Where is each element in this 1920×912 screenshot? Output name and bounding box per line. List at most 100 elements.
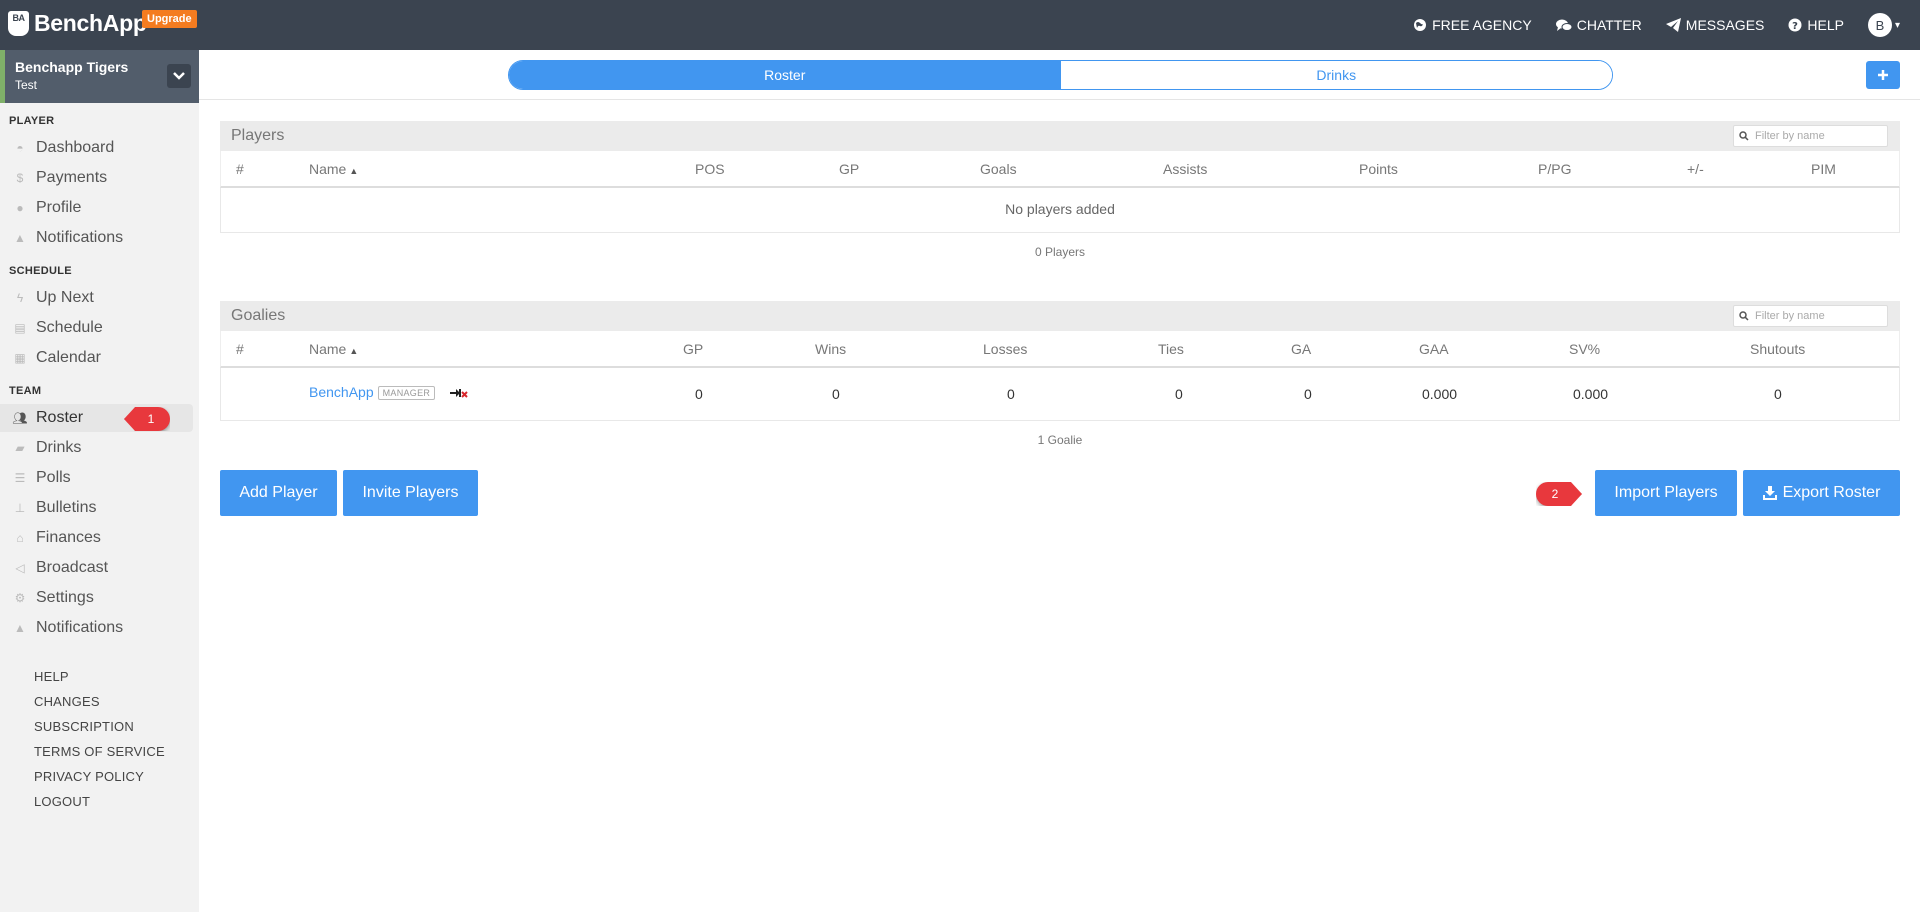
sort-up-icon: ▲ <box>349 166 359 176</box>
team-name: Benchapp Tigers <box>15 59 129 75</box>
avatar: B <box>1867 13 1892 37</box>
plus-icon <box>1878 70 1888 80</box>
col-ppg[interactable]: P/PG <box>1538 161 1571 177</box>
bell-icon: ▲ <box>14 621 26 635</box>
sidebar-item-label: Dashboard <box>36 139 115 156</box>
col-assists[interactable]: Assists <box>1163 161 1207 177</box>
sidebar-item-label: Polls <box>36 469 71 486</box>
empty-message: No players added <box>1005 201 1115 217</box>
col-sv-pct[interactable]: SV% <box>1569 341 1600 357</box>
help-link[interactable]: ? HELP <box>1788 17 1844 33</box>
col-pim[interactable]: PIM <box>1811 161 1836 177</box>
goalie-ga: 0 <box>1304 386 1312 402</box>
col-name-label: Name <box>309 341 347 357</box>
sidebar-item-label: Drinks <box>36 439 82 456</box>
sort-up-icon: ▲ <box>349 346 359 356</box>
footer-link-subscription[interactable]: SUBSCRIPTION <box>34 719 134 734</box>
sidebar-item-label: Bulletins <box>36 499 97 516</box>
user-circle-icon: ● <box>16 201 24 215</box>
sidebar-item-label: Schedule <box>36 319 103 336</box>
tab-roster[interactable]: Roster <box>509 61 1061 89</box>
sidebar-item-up-next[interactable]: ϟ Up Next <box>0 284 193 312</box>
footer-link-changes[interactable]: CHANGES <box>34 694 100 709</box>
step-marker-number: 2 <box>1551 487 1559 501</box>
add-button[interactable] <box>1866 61 1900 89</box>
messages-link[interactable]: MESSAGES <box>1665 17 1764 33</box>
sidebar-item-label: Profile <box>36 199 82 216</box>
invite-players-button[interactable]: Invite Players <box>343 470 478 516</box>
dashboard-icon: ◓ <box>16 141 24 155</box>
col-shutouts[interactable]: Shutouts <box>1750 341 1805 357</box>
sidebar-item-schedule[interactable]: ▤ Schedule <box>0 314 193 342</box>
table-row: BenchApp MANAGER 0 0 0 0 0 0.000 0.000 0 <box>220 368 1900 421</box>
divider <box>199 99 1920 100</box>
team-selector[interactable]: Benchapp Tigers Test <box>0 50 199 103</box>
upgrade-badge[interactable]: Upgrade <box>142 10 197 28</box>
export-roster-button[interactable]: Export Roster <box>1743 470 1900 516</box>
logo-mark: BA <box>8 11 29 36</box>
sidebar-item-broadcast[interactable]: ◁ Broadcast <box>0 554 193 582</box>
players-count: 0 Players <box>1034 245 1086 259</box>
goalies-filter-input[interactable]: Filter by name <box>1733 305 1888 327</box>
chatter-link[interactable]: CHATTER <box>1555 17 1642 33</box>
sidebar-item-calendar[interactable]: ▦ Calendar <box>0 344 193 372</box>
sidebar-item-profile[interactable]: ● Profile <box>0 194 193 222</box>
footer-link-privacy[interactable]: PRIVACY POLICY <box>34 769 144 784</box>
sidebar-item-payments[interactable]: $ Payments <box>0 164 193 192</box>
col-ga[interactable]: GA <box>1291 341 1311 357</box>
chat-bubbles-icon <box>1555 19 1572 31</box>
col-pos[interactable]: POS <box>695 161 725 177</box>
players-empty-row: No players added <box>220 188 1900 233</box>
sidebar-item-drinks[interactable]: ▰ Drinks <box>0 434 193 462</box>
list-icon: ▤ <box>14 321 26 335</box>
col-goals[interactable]: Goals <box>980 161 1017 177</box>
sidebar-item-polls[interactable]: ☰ Polls <box>0 464 193 492</box>
sidebar-item-dashboard[interactable]: ◓ Dashboard <box>0 134 193 162</box>
calendar-icon: ▦ <box>14 351 26 365</box>
col-gaa[interactable]: GAA <box>1419 341 1449 357</box>
top-nav: FREE AGENCY CHATTER MESSAGES ? HELP B ▾ <box>1389 0 1900 50</box>
sidebar-item-bulletins[interactable]: ⊥ Bulletins <box>0 494 193 522</box>
players-filter-input[interactable]: Filter by name <box>1733 125 1888 147</box>
footer-link-help[interactable]: HELP <box>34 669 69 684</box>
sidebar-item-label: Notifications <box>36 229 124 246</box>
col-ties[interactable]: Ties <box>1158 341 1184 357</box>
goalies-header: Goalies Filter by name <box>220 301 1900 331</box>
col-gp[interactable]: GP <box>839 161 859 177</box>
free-agency-label: FREE AGENCY <box>1432 17 1532 33</box>
sidebar-item-label: Calendar <box>36 349 101 366</box>
goalie-name-link[interactable]: BenchApp <box>309 384 374 400</box>
col-wins[interactable]: Wins <box>815 341 846 357</box>
sidebar-item-team-notifications[interactable]: ▲ Notifications <box>0 614 193 642</box>
benchapp-logo[interactable]: BA BenchApp <box>8 10 147 37</box>
free-agency-link[interactable]: FREE AGENCY <box>1413 17 1532 33</box>
section-team: TEAM <box>9 385 42 397</box>
sidebar-item-label: Finances <box>36 529 101 546</box>
sidebar-item-settings[interactable]: ⚙ Settings <box>0 584 193 612</box>
lightning-icon: ϟ <box>16 291 24 305</box>
sidebar-item-label: Up Next <box>36 289 94 306</box>
svg-text:?: ? <box>1792 21 1798 32</box>
footer-link-terms[interactable]: TERMS OF SERVICE <box>34 744 165 759</box>
sidebar-item-notifications[interactable]: ▲ Notifications <box>0 224 193 252</box>
col-gp[interactable]: GP <box>683 341 703 357</box>
chevron-down-icon <box>173 72 185 80</box>
col-losses[interactable]: Losses <box>983 341 1027 357</box>
filter-placeholder: Filter by name <box>1755 130 1825 142</box>
globe-icon <box>1414 19 1427 31</box>
col-plus-minus[interactable]: +/- <box>1687 161 1704 177</box>
sidebar-item-finances[interactable]: ⌂ Finances <box>0 524 193 552</box>
import-players-button[interactable]: Import Players <box>1595 470 1737 516</box>
tab-drinks[interactable]: Drinks <box>1060 61 1612 89</box>
col-name[interactable]: Name ▲ <box>309 161 358 177</box>
goalie-ties: 0 <box>1175 386 1183 402</box>
footer-link-logout[interactable]: LOGOUT <box>34 794 90 809</box>
col-name[interactable]: Name ▲ <box>309 341 358 357</box>
team-dropdown-button[interactable] <box>167 64 191 88</box>
export-roster-label: Export Roster <box>1782 484 1881 501</box>
gears-icon: ⚙ <box>14 591 26 605</box>
col-points[interactable]: Points <box>1359 161 1398 177</box>
user-menu[interactable]: B ▾ <box>1867 13 1900 37</box>
add-player-button[interactable]: Add Player <box>220 470 337 516</box>
remove-user-icon[interactable] <box>449 386 469 400</box>
